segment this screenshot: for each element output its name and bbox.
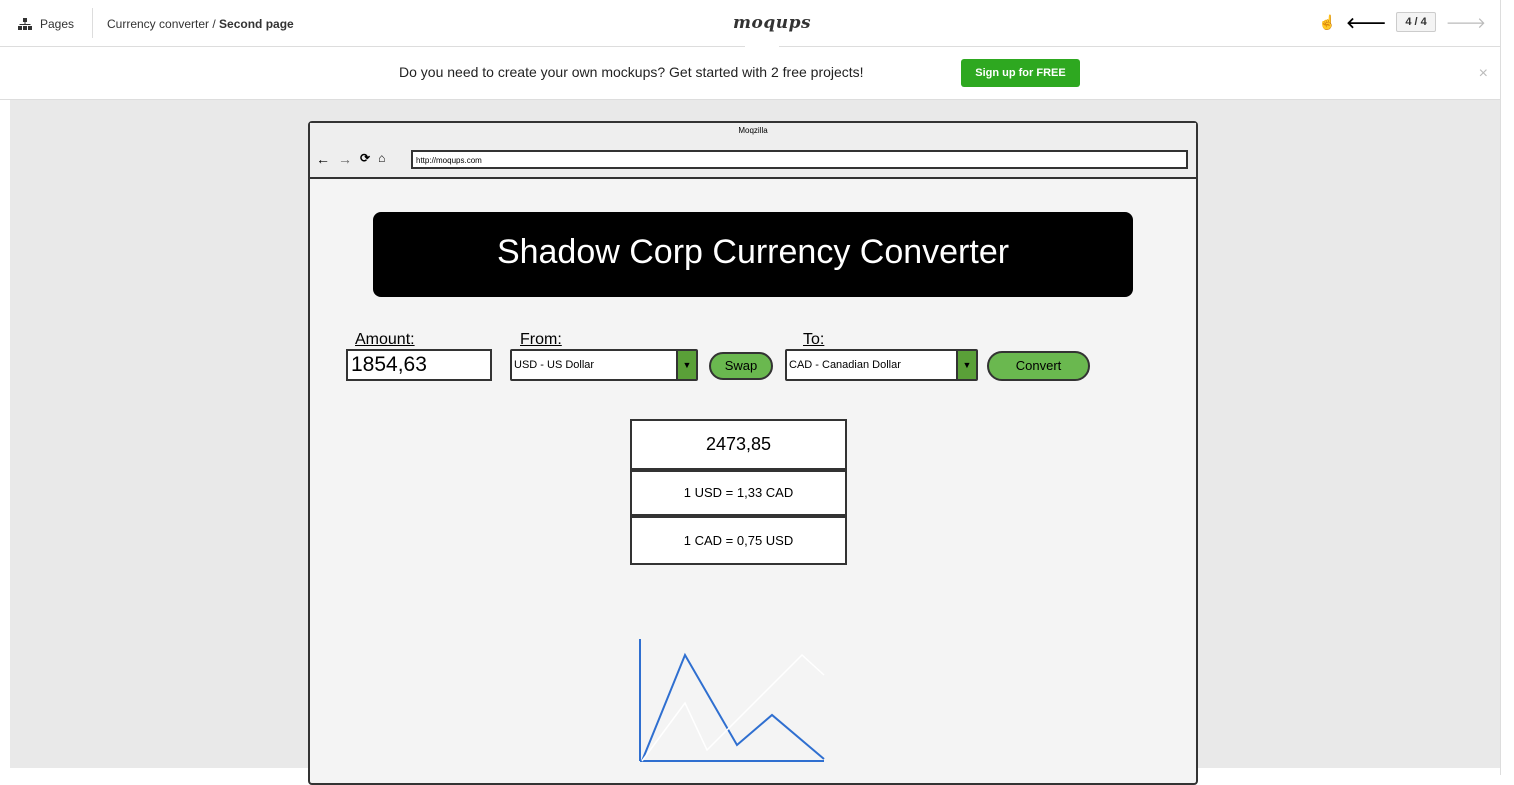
pages-button[interactable]: Pages bbox=[18, 17, 74, 31]
chart-line-blue bbox=[641, 652, 825, 762]
browser-mockup: Moqzilla ← → ⟳ ⌂ http://moqups.com Shado… bbox=[308, 121, 1198, 785]
to-label: To: bbox=[803, 331, 825, 348]
arrow-left-icon[interactable]: 🡐 bbox=[1346, 13, 1386, 32]
rate-history-chart bbox=[639, 639, 825, 762]
moqups-logo: moqups bbox=[733, 13, 812, 33]
breadcrumb-project[interactable]: Currency converter / bbox=[107, 17, 219, 31]
app-header: Shadow Corp Currency Converter bbox=[373, 212, 1133, 297]
to-currency-value: CAD - Canadian Dollar bbox=[789, 359, 901, 371]
rate-usd-cad: 1 USD = 1,33 CAD bbox=[630, 470, 847, 516]
convert-button[interactable]: Convert bbox=[987, 351, 1090, 381]
divider bbox=[92, 8, 93, 38]
forward-icon[interactable]: → bbox=[338, 151, 352, 167]
page-counter: 4 / 4 bbox=[1396, 12, 1436, 32]
divider bbox=[1500, 0, 1501, 775]
chart-line-white bbox=[641, 653, 825, 762]
back-icon[interactable]: ← bbox=[316, 151, 330, 167]
dropdown-arrow-icon: ▼ bbox=[956, 351, 976, 379]
from-currency-select[interactable]: USD - US Dollar ▼ bbox=[510, 349, 698, 381]
pages-label: Pages bbox=[40, 17, 75, 31]
touch-icon[interactable]: ☝ bbox=[1319, 14, 1336, 31]
from-currency-value: USD - US Dollar bbox=[514, 359, 595, 371]
breadcrumb-current-page: Second page bbox=[219, 17, 294, 31]
arrow-right-icon[interactable]: 🡒 bbox=[1446, 13, 1486, 32]
url-field[interactable]: http://moqups.com bbox=[411, 150, 1188, 169]
reload-icon[interactable]: ⟳ bbox=[360, 151, 370, 167]
from-label: From: bbox=[520, 331, 562, 348]
banner-text: Do you need to create your own mockups? … bbox=[399, 64, 864, 80]
breadcrumb: Currency converter / Second page bbox=[107, 17, 294, 31]
to-currency-select[interactable]: CAD - Canadian Dollar ▼ bbox=[785, 349, 978, 381]
browser-chrome: Moqzilla ← → ⟳ ⌂ http://moqups.com bbox=[310, 123, 1196, 179]
promo-banner: Do you need to create your own mockups? … bbox=[0, 47, 1500, 100]
close-icon[interactable]: × bbox=[1479, 65, 1488, 83]
home-icon[interactable]: ⌂ bbox=[378, 151, 385, 167]
amount-label: Amount: bbox=[355, 331, 415, 348]
browser-title: Moqzilla bbox=[738, 126, 768, 135]
page-navigation: ☝ 🡐 4 / 4 🡒 bbox=[1319, 12, 1486, 32]
swap-button[interactable]: Swap bbox=[709, 352, 773, 380]
rate-cad-usd: 1 CAD = 0,75 USD bbox=[630, 516, 847, 565]
browser-nav: ← → ⟳ ⌂ bbox=[316, 151, 385, 167]
signup-button[interactable]: Sign up for FREE bbox=[961, 59, 1080, 87]
amount-input[interactable]: 1854,63 bbox=[346, 349, 492, 381]
sitemap-icon bbox=[18, 17, 32, 30]
dropdown-arrow-icon: ▼ bbox=[676, 351, 696, 379]
result-value: 2473,85 bbox=[630, 419, 847, 470]
top-toolbar: Pages Currency converter / Second page m… bbox=[0, 0, 1500, 47]
